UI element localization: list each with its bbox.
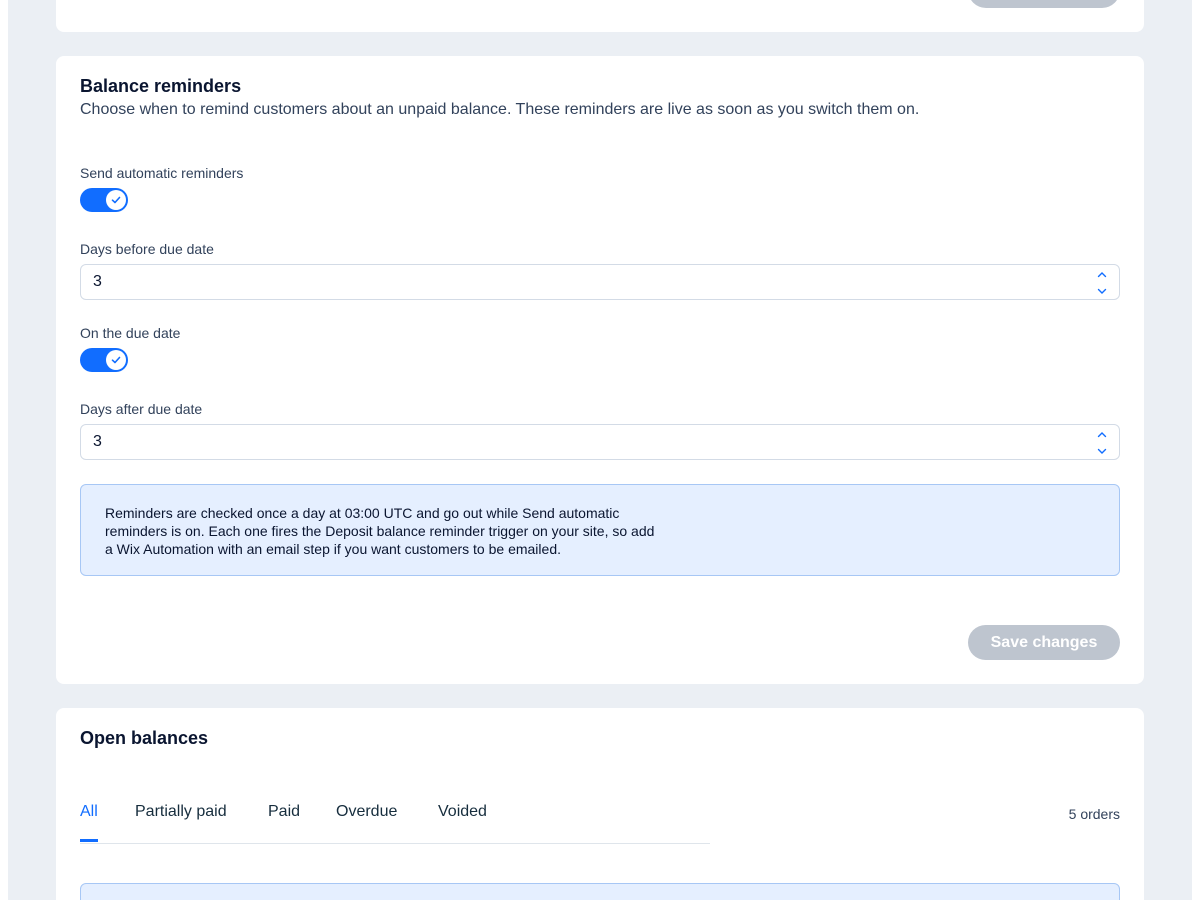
days-after-value: 3	[93, 433, 102, 450]
auto-reminders-label: Send automatic reminders	[80, 165, 244, 181]
open-balances-notice	[80, 883, 1120, 900]
chevron-up-icon[interactable]	[1097, 271, 1107, 278]
chevron-down-icon[interactable]	[1097, 448, 1107, 455]
days-before-label: Days before due date	[80, 241, 214, 257]
on-due-date-label: On the due date	[80, 325, 181, 341]
tab-paid[interactable]: Paid	[268, 803, 300, 839]
toggle-knob	[106, 190, 126, 210]
days-before-stepper[interactable]	[1095, 271, 1109, 295]
balance-reminders-card: Balance reminders Choose when to remind …	[56, 56, 1144, 684]
chevron-down-icon[interactable]	[1097, 288, 1107, 295]
days-before-value: 3	[93, 273, 102, 290]
save-changes-button[interactable]: Save changes	[968, 625, 1120, 660]
section-title: Balance reminders	[80, 76, 242, 96]
section-title: Open balances	[80, 728, 209, 748]
days-before-input[interactable]: 3	[80, 264, 1120, 300]
check-icon	[111, 356, 121, 364]
tab-overdue[interactable]: Overdue	[336, 803, 397, 839]
days-after-input[interactable]: 3	[80, 424, 1120, 460]
tab-voided[interactable]: Voided	[438, 803, 487, 839]
on-due-date-toggle[interactable]	[80, 348, 128, 372]
days-after-label: Days after due date	[80, 401, 203, 417]
reminders-info-box: Reminders are checked once a day at 03:0…	[80, 484, 1120, 576]
open-balances-card: Open balances All Partially paid Paid Ov…	[56, 708, 1144, 900]
check-icon	[111, 196, 121, 204]
orders-count: 5 orders	[1068, 806, 1120, 822]
section-description: Choose when to remind customers about an…	[80, 101, 920, 118]
tab-all[interactable]: All	[80, 803, 98, 842]
days-after-stepper[interactable]	[1095, 431, 1109, 455]
reminders-info-text: Reminders are checked once a day at 03:0…	[105, 505, 655, 557]
auto-reminders-toggle[interactable]	[80, 188, 128, 212]
previous-save-button[interactable]	[968, 0, 1120, 8]
balance-status-tabs: All Partially paid Paid Overdue Voided	[80, 803, 710, 844]
toggle-knob	[106, 350, 126, 370]
previous-settings-card	[56, 0, 1144, 32]
chevron-up-icon[interactable]	[1097, 431, 1107, 438]
tab-partially-paid[interactable]: Partially paid	[135, 803, 227, 839]
